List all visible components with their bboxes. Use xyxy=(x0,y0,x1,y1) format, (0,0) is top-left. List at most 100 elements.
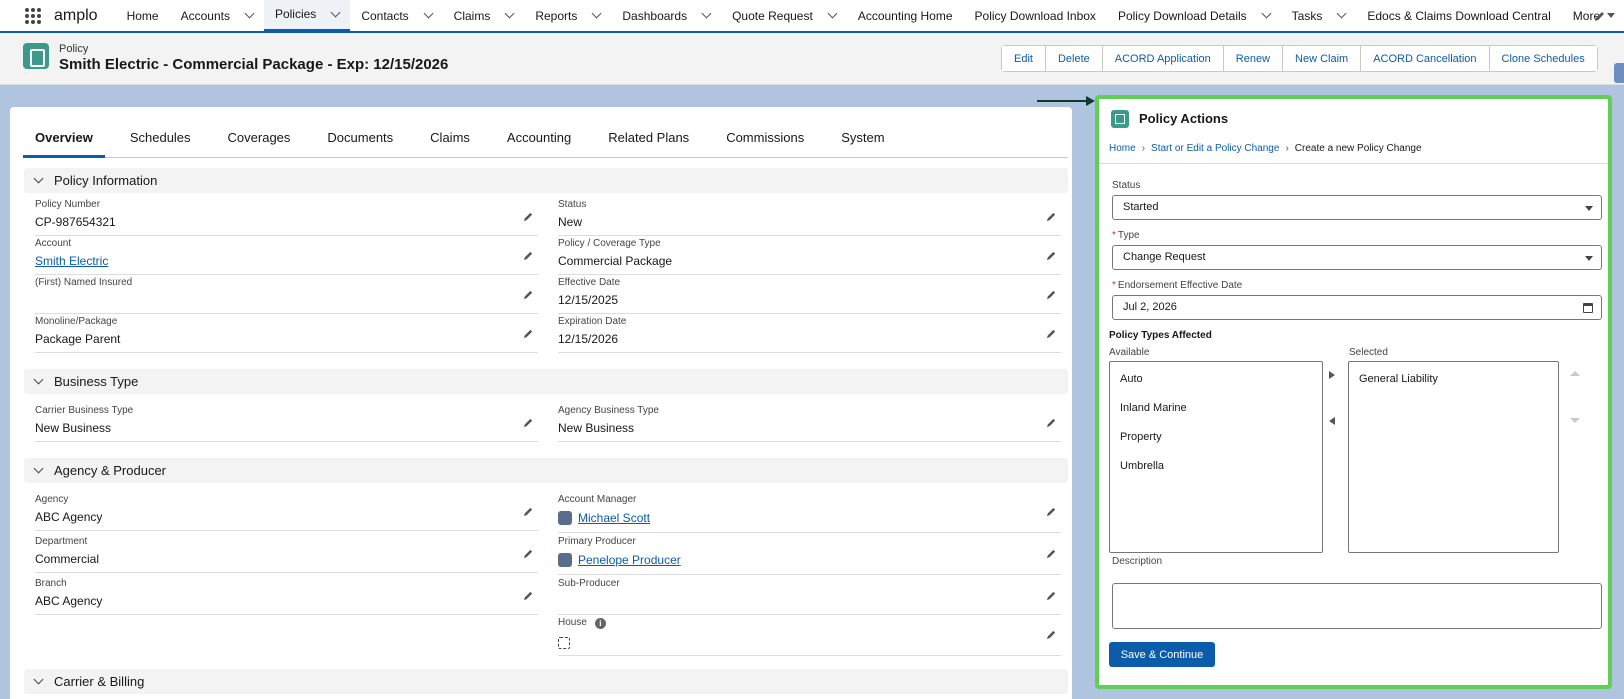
chevron-down-icon[interactable] xyxy=(504,8,515,19)
chevron-down-icon[interactable] xyxy=(244,8,255,19)
pencil-icon[interactable] xyxy=(1046,211,1057,222)
pencil-icon[interactable] xyxy=(523,590,534,601)
nav-item-accounting-home[interactable]: Accounting Home xyxy=(847,0,964,32)
edit-nav-pencil-icon[interactable] xyxy=(1594,10,1606,22)
chevron-down-icon[interactable] xyxy=(1261,8,1272,19)
list-item[interactable]: Inland Marine xyxy=(1110,394,1322,423)
move-down-icon[interactable] xyxy=(1570,418,1580,423)
nav-item-home[interactable]: Home xyxy=(116,0,170,32)
list-item[interactable]: General Liability xyxy=(1349,365,1558,394)
panel-title: Policy Actions xyxy=(1139,111,1229,126)
calendar-icon[interactable] xyxy=(1583,303,1593,313)
app-launcher-icon[interactable] xyxy=(25,7,41,24)
section-header-business-type[interactable]: Business Type xyxy=(24,369,1068,394)
house-checkbox xyxy=(558,637,570,649)
move-up-icon[interactable] xyxy=(1570,371,1580,376)
nav-item-accounts[interactable]: Accounts xyxy=(170,0,264,32)
description-textarea[interactable] xyxy=(1112,583,1602,629)
pencil-icon[interactable] xyxy=(523,250,534,261)
move-left-icon[interactable] xyxy=(1329,417,1335,425)
pencil-icon[interactable] xyxy=(523,211,534,222)
tab-claims[interactable]: Claims xyxy=(418,118,482,158)
list-item[interactable]: Umbrella xyxy=(1110,452,1322,481)
endorsement-date-input[interactable]: Jul 2, 2026 xyxy=(1112,295,1602,320)
pencil-icon[interactable] xyxy=(523,328,534,339)
tab-documents[interactable]: Documents xyxy=(315,118,405,158)
caret-down-icon xyxy=(1585,206,1593,211)
info-icon[interactable]: i xyxy=(594,618,606,629)
pencil-icon[interactable] xyxy=(523,417,534,428)
pencil-icon[interactable] xyxy=(1046,289,1057,300)
utility-bar-handle[interactable] xyxy=(1614,63,1624,83)
section-header-policy-information[interactable]: Policy Information xyxy=(24,168,1068,193)
available-listbox[interactable]: Auto Inland Marine Property Umbrella xyxy=(1109,361,1323,553)
nav-item-reports[interactable]: Reports xyxy=(524,0,611,32)
caret-down-icon[interactable] xyxy=(1607,13,1616,18)
list-item[interactable]: Auto xyxy=(1110,365,1322,394)
chevron-down-icon[interactable] xyxy=(1336,8,1347,19)
nav-item-policy-download-details[interactable]: Policy Download Details xyxy=(1107,0,1281,32)
pencil-icon[interactable] xyxy=(1046,506,1057,517)
chevron-down-icon[interactable] xyxy=(33,374,44,385)
chevron-down-icon[interactable] xyxy=(33,463,44,474)
nav-item-claims[interactable]: Claims xyxy=(443,0,525,32)
chevron-down-icon[interactable] xyxy=(591,8,602,19)
save-continue-button[interactable]: Save & Continue xyxy=(1109,642,1215,667)
pencil-icon[interactable] xyxy=(1046,328,1057,339)
renew-button[interactable]: Renew xyxy=(1223,46,1284,71)
nav-item-contacts[interactable]: Contacts xyxy=(350,0,442,32)
nav-item-policy-download-inbox[interactable]: Policy Download Inbox xyxy=(964,0,1107,32)
nav-item-tasks[interactable]: Tasks xyxy=(1281,0,1357,32)
section-header-carrier-billing[interactable]: Carrier & Billing xyxy=(24,669,1068,694)
field-effective-date: Effective Date 12/15/2025 xyxy=(558,277,1061,314)
primary-producer-link[interactable]: Penelope Producer xyxy=(578,553,681,567)
chevron-down-icon[interactable] xyxy=(33,173,44,184)
field-carrier-business-type: Carrier Business Type New Business xyxy=(35,405,538,442)
pencil-icon[interactable] xyxy=(1046,590,1057,601)
chevron-down-icon[interactable] xyxy=(33,674,44,685)
edit-button[interactable]: Edit xyxy=(1002,46,1046,71)
chevron-down-icon[interactable] xyxy=(827,8,838,19)
move-right-icon[interactable] xyxy=(1329,371,1335,379)
pencil-icon[interactable] xyxy=(523,289,534,300)
chevron-down-icon[interactable] xyxy=(330,7,341,17)
tab-commissions[interactable]: Commissions xyxy=(714,118,816,158)
acord-application-button[interactable]: ACORD Application xyxy=(1102,46,1224,71)
tab-schedules[interactable]: Schedules xyxy=(118,118,203,158)
type-label: * Type xyxy=(1112,230,1140,241)
tab-coverages[interactable]: Coverages xyxy=(216,118,303,158)
status-select[interactable]: Started xyxy=(1112,195,1602,220)
account-link[interactable]: Smith Electric xyxy=(35,254,108,268)
nav-item-edocs[interactable]: Edocs & Claims Download Central xyxy=(1356,0,1561,32)
pencil-icon[interactable] xyxy=(523,506,534,517)
account-manager-link[interactable]: Michael Scott xyxy=(578,511,650,525)
nav-item-quote-request[interactable]: Quote Request xyxy=(721,0,847,32)
new-claim-button[interactable]: New Claim xyxy=(1283,46,1362,71)
chevron-down-icon[interactable] xyxy=(701,8,712,19)
pencil-icon[interactable] xyxy=(1046,548,1057,559)
pencil-icon[interactable] xyxy=(1046,417,1057,428)
field-monoline-package: Monoline/Package Package Parent xyxy=(35,316,538,353)
selected-listbox[interactable]: General Liability xyxy=(1348,361,1559,553)
breadcrumb-start-edit[interactable]: Start or Edit a Policy Change xyxy=(1151,143,1279,154)
pencil-icon[interactable] xyxy=(1046,250,1057,261)
tab-overview[interactable]: Overview xyxy=(23,118,105,158)
tab-system[interactable]: System xyxy=(829,118,896,158)
delete-button[interactable]: Delete xyxy=(1045,46,1103,71)
breadcrumb-home[interactable]: Home xyxy=(1109,143,1136,154)
record-header: Policy Smith Electric - Commercial Packa… xyxy=(0,33,1624,85)
acord-cancellation-button[interactable]: ACORD Cancellation xyxy=(1361,46,1490,71)
record-tabs: Overview Schedules Coverages Documents C… xyxy=(23,118,1068,158)
tab-related-plans[interactable]: Related Plans xyxy=(596,118,701,158)
type-select[interactable]: Change Request xyxy=(1112,245,1602,270)
list-item[interactable]: Property xyxy=(1110,423,1322,452)
nav-item-dashboards[interactable]: Dashboards xyxy=(611,0,721,32)
clone-schedules-button[interactable]: Clone Schedules xyxy=(1489,46,1597,71)
pencil-icon[interactable] xyxy=(1046,629,1057,640)
chevron-down-icon[interactable] xyxy=(423,8,434,19)
pencil-icon[interactable] xyxy=(523,548,534,559)
nav-item-more[interactable]: More xyxy=(1562,0,1624,32)
nav-item-policies[interactable]: Policies xyxy=(263,0,351,32)
section-header-agency-producer[interactable]: Agency & Producer xyxy=(24,458,1068,483)
tab-accounting[interactable]: Accounting xyxy=(495,118,583,158)
